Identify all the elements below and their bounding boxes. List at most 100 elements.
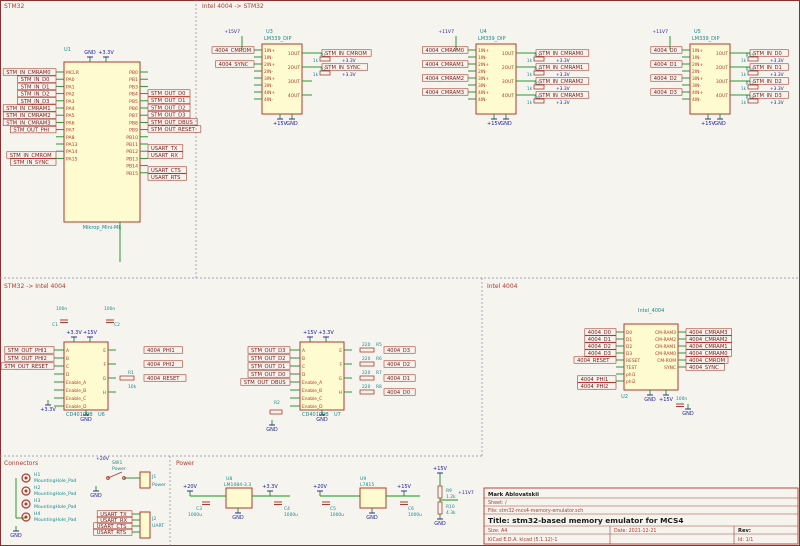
j2-label: UART bbox=[152, 523, 164, 529]
j2-ref: J2 bbox=[151, 516, 156, 522]
u1-pin-left: PA1 bbox=[66, 84, 75, 90]
u8-out: +3.3V bbox=[262, 484, 278, 490]
u5-pin-in: 3IN+ bbox=[692, 76, 703, 82]
u1-net-left: STM_IN_D2 bbox=[21, 92, 50, 98]
u3-ref: U3 bbox=[266, 29, 273, 35]
u1-pin-right: PB9 bbox=[129, 128, 138, 134]
u7-out-label: 4004_D2 bbox=[387, 362, 410, 368]
u1-net-left: STM_IN_CMRAM2 bbox=[6, 113, 50, 119]
u7-res-value: 220 bbox=[362, 342, 371, 348]
u2-cap-value: 100n bbox=[676, 396, 687, 402]
u6-pin-left: Enable_D bbox=[66, 404, 87, 410]
u7-in-label: STM_OUT_D1 bbox=[251, 364, 285, 370]
u4-res-value: 1k bbox=[527, 100, 533, 105]
u5-rail: +11V7 bbox=[652, 29, 668, 35]
c1-ref: C1 bbox=[52, 322, 58, 328]
u5-pin-out: 1OUT bbox=[716, 51, 728, 57]
u1-pin-left: MCLR bbox=[66, 70, 80, 76]
u5-pin-in: 1IN+ bbox=[692, 48, 703, 54]
u6-out-label: 4004_PHI2 bbox=[147, 362, 175, 368]
u4-res-value: 1k bbox=[527, 72, 533, 77]
u2-ref: U2 bbox=[621, 394, 628, 400]
u4-res-value: 1k bbox=[527, 86, 533, 91]
u3-pin-in: 3IN- bbox=[264, 83, 273, 89]
divider-top: +15V bbox=[433, 466, 448, 472]
u9-gnd: GND bbox=[366, 515, 378, 521]
u2-in-label: 4004_D1 bbox=[588, 337, 611, 343]
u4-out-label: STM_IN_CMRAM1 bbox=[539, 65, 583, 71]
u1-net-right: STM_OUT_RESET bbox=[151, 127, 196, 133]
u4-ref: U4 bbox=[480, 29, 487, 35]
u5-res-value: 1k bbox=[741, 100, 747, 105]
u9-body bbox=[359, 487, 387, 509]
u2-out-label: 4004_CMRAM1 bbox=[689, 344, 728, 350]
u2-in-label: 4004_PHI2 bbox=[581, 384, 609, 390]
u2-cap-gnd: GND bbox=[682, 411, 694, 417]
u3-pin-in: 4IN+ bbox=[264, 90, 275, 96]
c3-value: 1000u bbox=[188, 512, 202, 518]
section-title-power: Power bbox=[176, 460, 195, 467]
u3-rail: +15V7 bbox=[224, 29, 240, 35]
holes-gnd: GND bbox=[10, 533, 22, 539]
u1-pin-right: PB7 bbox=[129, 113, 138, 119]
u1-pin-left: PA14 bbox=[66, 149, 78, 155]
u7-res-ref: R7 bbox=[376, 370, 382, 376]
u8-ref: U8 bbox=[226, 476, 232, 482]
u8-value: LM1084-3.3 bbox=[224, 482, 251, 488]
j1-body bbox=[139, 471, 151, 489]
r9-ref: R9 bbox=[446, 488, 452, 494]
mounting-hole-label: MountingHole_Pad bbox=[34, 478, 77, 484]
u1-pin-right: PB6 bbox=[129, 106, 138, 112]
u7-gnd: GND bbox=[316, 417, 328, 423]
u4-out-label: STM_IN_CMRAM0 bbox=[539, 51, 583, 57]
u5-in-label: 4004_D3 bbox=[654, 90, 677, 96]
u2-pin-left: D2 bbox=[626, 344, 632, 350]
u2-pin-left: phi1 bbox=[626, 372, 636, 378]
u3-in-label: 4004_SYNC bbox=[219, 62, 249, 68]
u1-pin-right: PB1 bbox=[129, 77, 138, 83]
u1-net-left: STM_IN_SYNC bbox=[13, 160, 49, 166]
u6-pin-left: A bbox=[66, 348, 69, 354]
u7-series-res bbox=[359, 389, 375, 395]
switch-lever bbox=[107, 471, 123, 479]
u6-pin-right: G bbox=[103, 376, 107, 382]
u4-rail: +11V7 bbox=[438, 29, 454, 35]
u5-pin-in: 4IN+ bbox=[692, 90, 703, 96]
u3-gnd: GND bbox=[286, 121, 298, 127]
c6-ref: C6 bbox=[408, 506, 414, 512]
u3-pin-in: 4IN- bbox=[264, 97, 273, 103]
u2-in-label: 4004_D0 bbox=[588, 330, 611, 336]
c6-value: 1000u bbox=[408, 512, 422, 518]
u7-res-ref: R6 bbox=[376, 356, 382, 362]
u1-pin-left: PA3 bbox=[66, 99, 75, 105]
u1-pin-right: PB5 bbox=[129, 99, 138, 105]
u1-net-right: STM_OUT_D3 bbox=[151, 113, 185, 119]
mounting-hole-ref: H1 bbox=[34, 472, 40, 478]
u3-pin-in: 1IN+ bbox=[264, 48, 275, 54]
u2-in-label: 4004_D2 bbox=[588, 344, 611, 350]
u4-in-label: 4004_CMRAM0 bbox=[425, 48, 464, 54]
u4-out-label: STM_IN_CMRAM3 bbox=[539, 93, 583, 99]
u4-out-label: STM_IN_CMRAM2 bbox=[539, 79, 583, 85]
u3-pin-in: 2IN+ bbox=[264, 62, 275, 68]
u1-pin-right: PB12 bbox=[126, 149, 138, 155]
u3-out-label: STM_IN_CMROM bbox=[325, 51, 367, 57]
u7-pulldown bbox=[269, 409, 283, 415]
u4-in-label: 4004_CMRAM3 bbox=[425, 90, 464, 96]
u5-res-value: 1k bbox=[741, 86, 747, 91]
u5-pullup: +3.3V bbox=[770, 58, 784, 64]
u1-vcc-power: +3.3V bbox=[98, 50, 114, 56]
u2-pin-left: TEST bbox=[625, 365, 637, 371]
u4-pin-in: 1IN+ bbox=[478, 48, 489, 54]
u5-pin-in: 2IN- bbox=[692, 69, 701, 75]
c1-value: 100n bbox=[56, 306, 67, 312]
u3-in-label: 4004_CMROM bbox=[215, 48, 251, 54]
title-main: Title: stm32-based memory emulator for M… bbox=[488, 516, 683, 525]
u3-pullup: +3.3V bbox=[342, 72, 356, 78]
u5-ref: U5 bbox=[694, 29, 701, 35]
u7-in-label: STM_OUT_D3 bbox=[251, 348, 285, 354]
u7-in-label: STM_OUT_D2 bbox=[251, 356, 285, 362]
u1-net-right: STM_OUT_D0 bbox=[151, 91, 185, 97]
u6-pin-left: Enable_C bbox=[66, 396, 86, 402]
u7-ref: U7 bbox=[334, 412, 341, 418]
